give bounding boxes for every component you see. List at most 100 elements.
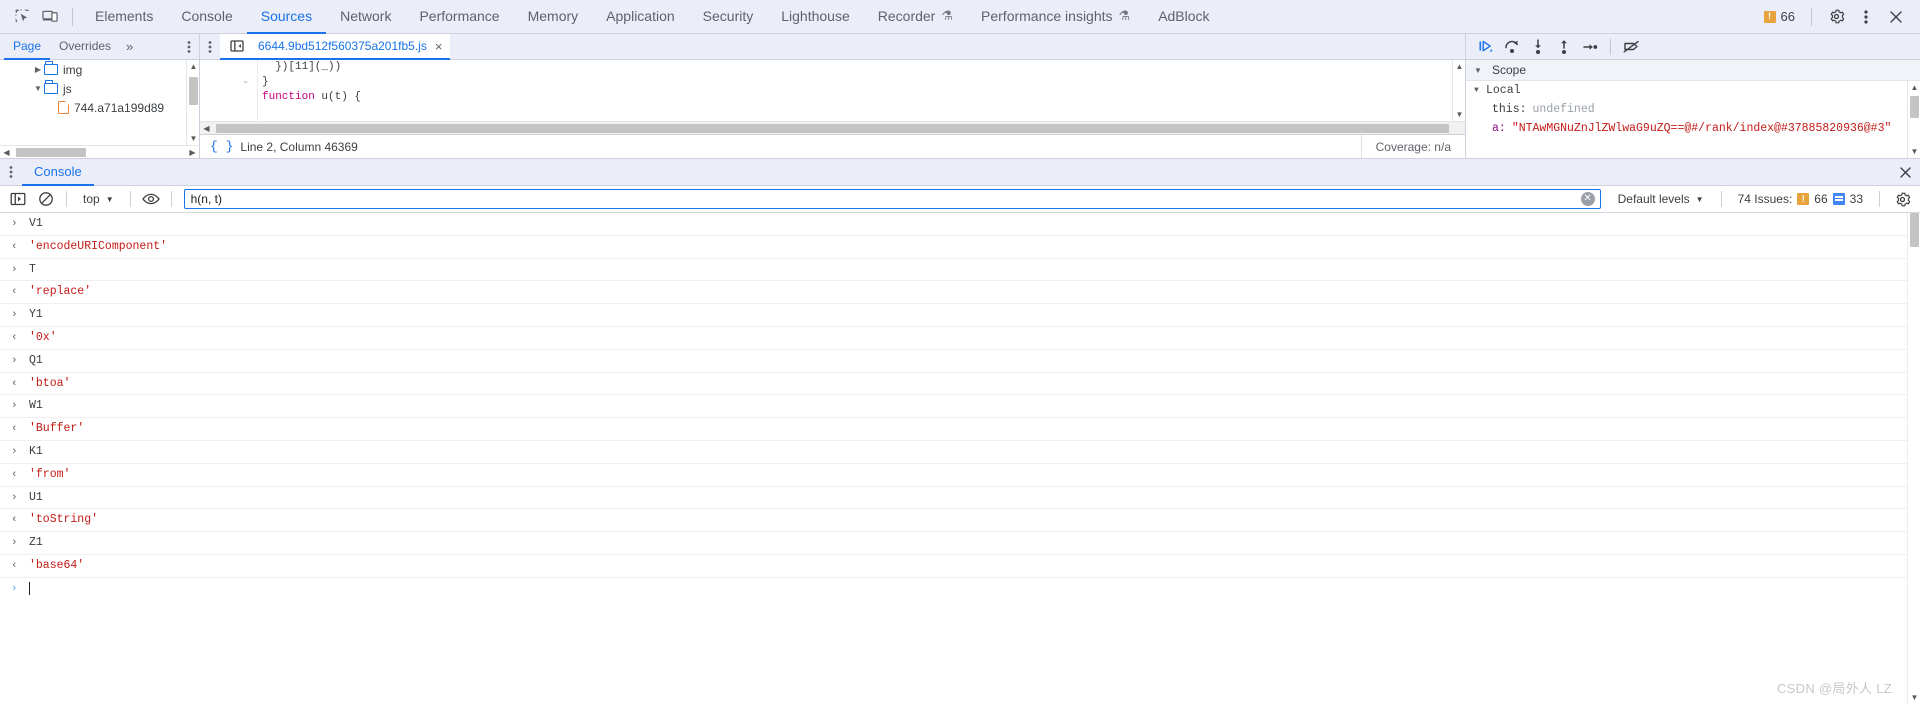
console-input-message[interactable]: › V1 <box>0 213 1920 236</box>
editor-file-tab[interactable]: 6644.9bd512f560375a201fb5.js × <box>220 34 451 60</box>
debugger-scroll-down-arrow[interactable]: ▼ <box>1908 145 1920 158</box>
console-result-message[interactable]: ‹ 'btoa' <box>0 373 1920 396</box>
console-toolbar-divider-1 <box>66 191 67 207</box>
console-input-message[interactable]: › W1 <box>0 395 1920 419</box>
editor-scroll-up-arrow[interactable]: ▲ <box>1453 60 1465 73</box>
tab-network[interactable]: Network <box>326 0 405 34</box>
device-toolbar-icon[interactable] <box>36 4 64 30</box>
console-result-message[interactable]: ‹ 'encodeURIComponent' <box>0 236 1920 259</box>
console-result-message[interactable]: ‹ 'replace' <box>0 281 1920 305</box>
console-input-message[interactable]: › K1 <box>0 441 1920 464</box>
editor-horizontal-scrollbar[interactable]: ◀ <box>200 121 1465 134</box>
debugger-scroll-up-arrow[interactable]: ▲ <box>1908 81 1920 94</box>
scroll-up-arrow[interactable]: ▲ <box>187 60 199 73</box>
scope-local-row[interactable]: ▼ Local <box>1466 81 1920 100</box>
scope-section-header[interactable]: ▼ Scope <box>1466 60 1920 81</box>
inspect-cursor-icon[interactable] <box>8 4 36 30</box>
navigator-tab-overrides[interactable]: Overrides <box>50 34 120 60</box>
scope-variable-row[interactable]: this: undefined <box>1466 100 1920 119</box>
tab-lighthouse[interactable]: Lighthouse <box>767 0 864 34</box>
console-input-message[interactable]: › Y1 <box>0 304 1920 327</box>
tab-memory[interactable]: Memory <box>514 0 593 34</box>
tab-performance[interactable]: Performance <box>405 0 513 34</box>
console-input-message[interactable]: › T <box>0 259 1920 282</box>
drawer-close-icon[interactable] <box>1890 159 1920 185</box>
console-toolbar-divider-5 <box>1879 191 1880 207</box>
step-icon[interactable] <box>1578 36 1602 58</box>
execution-context-selector[interactable]: top ▼ <box>75 189 122 210</box>
scroll-left-arrow[interactable]: ◀ <box>0 146 13 159</box>
debugger-vertical-scrollbar[interactable]: ▲ ▼ <box>1907 81 1920 158</box>
step-out-of-current-function-icon[interactable] <box>1552 36 1576 58</box>
console-result-message[interactable]: ‹ 'base64' <box>0 555 1920 578</box>
issues-counter-button[interactable]: ! 66 <box>1758 5 1801 29</box>
editor-scroll-down-arrow[interactable]: ▼ <box>1453 108 1465 121</box>
console-output-arrow-icon: ‹ <box>11 331 18 344</box>
tab-adblock[interactable]: AdBlock <box>1144 0 1223 34</box>
console-vertical-scrollbar[interactable]: ▼ <box>1907 213 1920 704</box>
scope-variable-row[interactable]: a: "NTAwMGNuZnJlZWlwaG9uZQ==@#/rank/index… <box>1466 119 1920 138</box>
deactivate-breakpoints-icon[interactable] <box>1619 36 1643 58</box>
console-result-message[interactable]: ‹ '0x' <box>0 327 1920 350</box>
tree-twisty-icon[interactable]: ▼ <box>32 84 44 93</box>
show-navigator-icon[interactable] <box>224 39 250 53</box>
code-content[interactable]: })[11](_))} function u(t) { <box>258 60 1465 121</box>
tab-performance-insights[interactable]: Performance insights ⚗ <box>967 0 1144 34</box>
scroll-down-arrow[interactable]: ▼ <box>187 132 199 145</box>
debugger-scroll-thumb[interactable] <box>1910 96 1919 118</box>
console-input-message[interactable]: › Z1 <box>0 532 1920 555</box>
resume-script-execution-icon[interactable] <box>1474 36 1498 58</box>
close-icon[interactable] <box>1882 4 1910 30</box>
pretty-print-icon[interactable]: { } <box>210 139 233 154</box>
navigator-options-icon[interactable] <box>179 34 199 59</box>
tab-application[interactable]: Application <box>592 0 689 34</box>
step-into-next-function-call-icon[interactable] <box>1526 36 1550 58</box>
gear-icon[interactable] <box>1822 4 1850 30</box>
editor-tab-close-icon[interactable]: × <box>435 40 443 53</box>
tab-console[interactable]: Console <box>22 159 94 186</box>
console-result-message[interactable]: ‹ 'from' <box>0 464 1920 487</box>
editor-vertical-scrollbar[interactable]: ▲ ▼ <box>1452 60 1465 121</box>
clear-input-icon[interactable]: ✕ <box>1580 192 1595 206</box>
tab-security[interactable]: Security <box>689 0 768 34</box>
clear-console-icon[interactable] <box>34 188 58 210</box>
navigator-horizontal-scrollbar[interactable]: ◀ ▶ <box>0 145 199 158</box>
console-message-list[interactable]: › V1 ‹'encodeURIComponent' › T ‹'replace' › Y1 ‹… <box>0 213 1920 704</box>
navigator-tab-page[interactable]: Page <box>4 34 51 60</box>
console-prompt-row[interactable]: › <box>0 578 1920 600</box>
devtools-main-toolbar: Elements Console Sources Network Performance… <box>0 0 1920 34</box>
tree-node-img[interactable]: ▶ img <box>0 60 199 79</box>
tree-node-744.a71a199d89[interactable]: 744.a71a199d89 <box>0 98 199 117</box>
editor-scroll-left-arrow[interactable]: ◀ <box>200 122 213 135</box>
step-over-next-function-call-icon[interactable] <box>1500 36 1524 58</box>
console-scroll-thumb[interactable] <box>1910 213 1919 247</box>
log-levels-selector[interactable]: Default levels ▼ <box>1609 189 1713 210</box>
console-settings-gear-icon[interactable] <box>1890 188 1914 210</box>
navigator-more-tabs-icon[interactable]: » <box>120 34 139 59</box>
console-result-message[interactable]: ‹ 'toString' <box>0 509 1920 533</box>
tab-recorder[interactable]: Recorder ⚗ <box>864 0 967 34</box>
navigator-vertical-scrollbar[interactable]: ▲ ▼ <box>186 60 199 145</box>
console-sidebar-toggle-icon[interactable] <box>6 188 30 210</box>
live-expression-eye-icon[interactable] <box>139 188 163 210</box>
console-filter-input[interactable] <box>183 189 1601 209</box>
tree-twisty-icon[interactable]: ▶ <box>32 65 44 74</box>
console-result-message[interactable]: ‹ 'Buffer' <box>0 418 1920 441</box>
console-input-message[interactable]: › Q1 <box>0 350 1920 373</box>
console-scroll-down-arrow[interactable]: ▼ <box>1908 691 1920 704</box>
kebab-menu-icon[interactable] <box>1852 4 1880 30</box>
console-output-arrow-icon: ‹ <box>11 423 18 436</box>
scroll-thumb-h[interactable] <box>16 148 86 157</box>
tab-sources[interactable]: Sources <box>246 0 327 34</box>
drawer-more-icon[interactable] <box>0 159 22 185</box>
code-editor[interactable]: - })[11](_))} function u(t) { ▲ ▼ <box>200 60 1465 121</box>
tree-node-js[interactable]: ▼ js <box>0 79 199 98</box>
editor-scroll-thumb-h[interactable] <box>216 124 1449 133</box>
scroll-thumb[interactable] <box>189 77 198 105</box>
console-input-message[interactable]: › U1 <box>0 487 1920 510</box>
editor-more-icon[interactable] <box>200 34 220 59</box>
console-issues-button[interactable]: 74 Issues: ! 66 33 <box>1730 188 1871 210</box>
tab-elements[interactable]: Elements <box>81 0 167 34</box>
tab-console[interactable]: Console <box>167 0 246 34</box>
scroll-right-arrow[interactable]: ▶ <box>186 146 199 159</box>
